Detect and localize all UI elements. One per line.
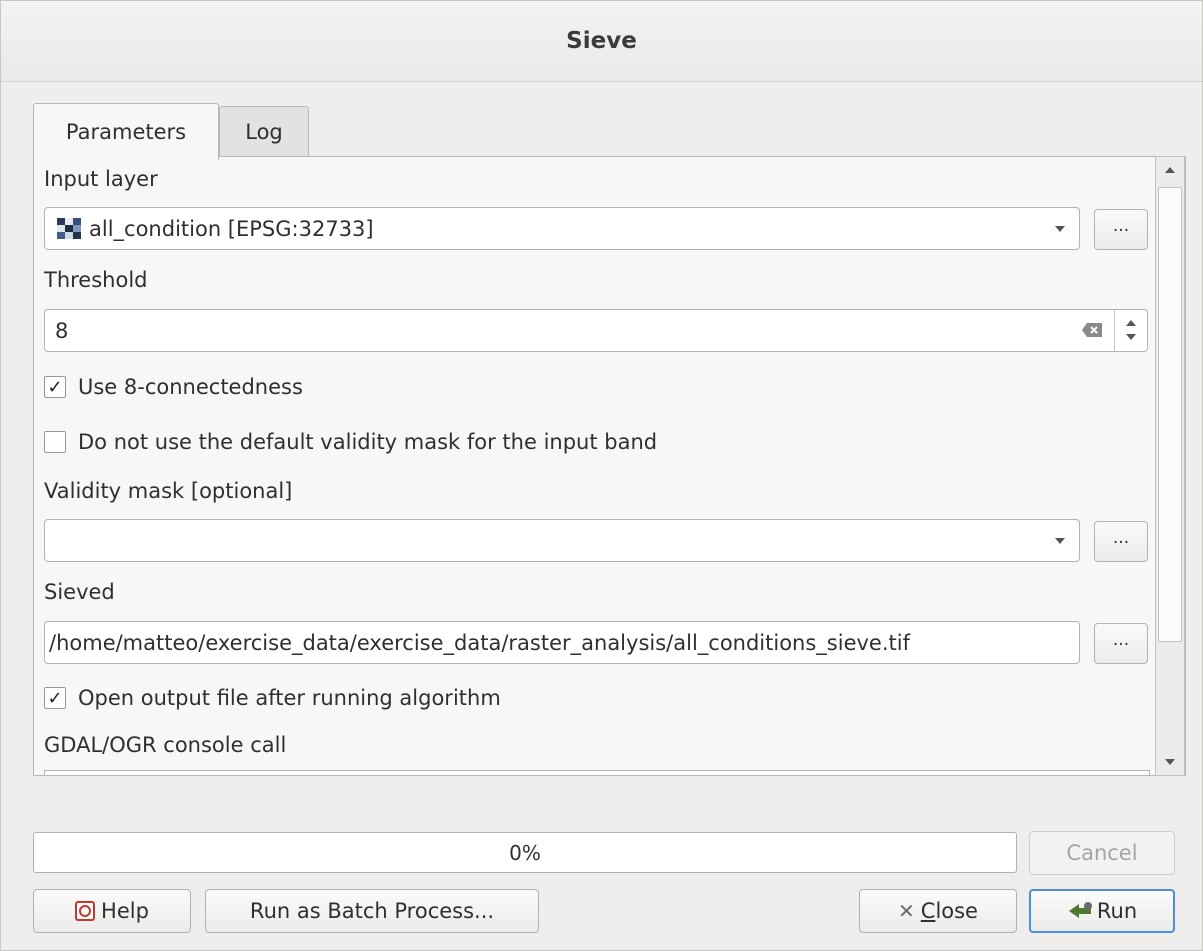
open-output-checkbox[interactable]: ✓ Open output file after running algorit… [44,686,501,710]
no-default-mask-label: Do not use the default validity mask for… [78,430,658,454]
tab-log[interactable]: Log [219,106,309,157]
input-layer-browse-button[interactable]: ... [1094,209,1148,250]
raster-layer-icon [57,217,81,240]
validity-mask-label: Validity mask [optional] [44,479,293,503]
chevron-down-icon [1055,538,1065,544]
backspace-clear-icon[interactable] [1081,322,1103,338]
run-button[interactable]: Run [1029,889,1175,933]
gdal-console-textbox[interactable] [44,770,1150,775]
sieved-output-input[interactable]: /home/matteo/exercise_data/exercise_data… [44,621,1080,664]
checkbox-checked-icon[interactable]: ✓ [44,687,66,709]
spin-buttons[interactable] [1114,310,1147,351]
spin-up-icon[interactable] [1126,320,1136,326]
close-button-label: Close [920,899,978,923]
input-layer-label: Input layer [44,167,158,191]
validity-mask-browse-button[interactable]: ... [1094,521,1148,562]
help-button[interactable]: Help [33,889,191,933]
input-layer-value: all_condition [EPSG:32733] [89,216,374,241]
scroll-down-icon[interactable] [1165,759,1175,765]
parameters-panel: Input layer all_condition [EPSG:32733] .… [33,156,1186,776]
open-output-label: Open output file after running algorithm [78,686,501,710]
validity-mask-combobox[interactable] [44,519,1080,562]
input-layer-combobox[interactable]: all_condition [EPSG:32733] [44,207,1080,250]
run-as-batch-button[interactable]: Run as Batch Process... [205,889,539,933]
scroll-up-icon[interactable] [1165,167,1175,173]
checkbox-unchecked-icon[interactable] [44,431,66,453]
cancel-button[interactable]: Cancel [1029,831,1175,875]
spin-down-icon[interactable] [1126,334,1136,340]
tab-parameters[interactable]: Parameters [33,103,219,160]
gdal-console-label: GDAL/OGR console call [44,733,287,757]
close-button[interactable]: ✕ Close [859,889,1017,933]
no-default-mask-checkbox[interactable]: Do not use the default validity mask for… [44,430,657,454]
threshold-label: Threshold [44,268,148,292]
sieve-dialog: Sieve Parameters Log Input layer all_con… [0,0,1203,951]
close-x-icon: ✕ [898,899,915,923]
progress-bar: 0% [33,832,1017,873]
sieved-output-value: /home/matteo/exercise_data/exercise_data… [49,630,910,655]
sieved-label: Sieved [44,580,115,604]
use-8-connectedness-label: Use 8-connectedness [78,375,303,399]
run-gear-arrow-icon [1068,902,1092,918]
help-button-label: Help [101,899,149,923]
progress-text: 0% [509,840,541,865]
chevron-down-icon [1055,226,1065,232]
scrollbar-thumb[interactable] [1158,187,1182,642]
use-8-connectedness-checkbox[interactable]: ✓ Use 8-connectedness [44,375,303,399]
panel-scrollbar[interactable] [1155,156,1185,776]
threshold-spinbox[interactable]: 8 [44,309,1148,352]
threshold-value: 8 [55,318,69,343]
dialog-title: Sieve [1,1,1202,82]
checkbox-checked-icon[interactable]: ✓ [44,376,66,398]
sieved-browse-button[interactable]: ... [1094,623,1148,664]
run-button-label: Run [1096,899,1138,923]
help-lifebuoy-icon [75,901,96,921]
